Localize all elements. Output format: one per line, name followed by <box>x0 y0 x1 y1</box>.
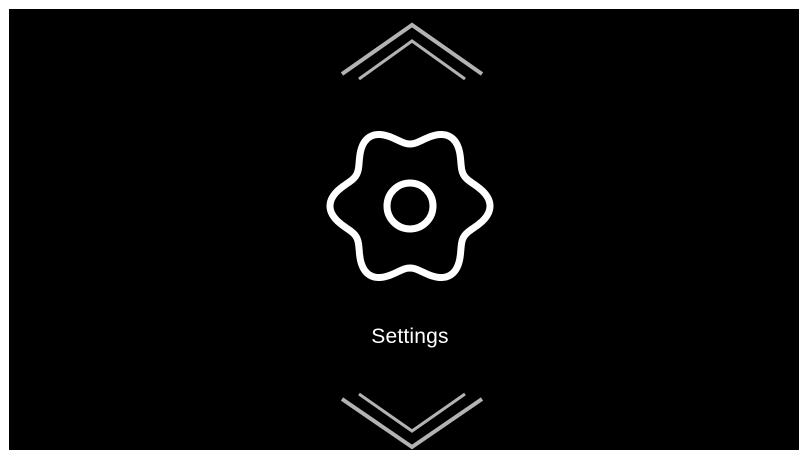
menu-item-label: Settings <box>371 325 449 348</box>
previous-item-button[interactable] <box>337 19 487 81</box>
menu-screen: Settings <box>9 9 799 450</box>
chevron-up-icon <box>340 22 484 81</box>
chevron-down-icon <box>340 392 484 450</box>
settings-item[interactable] <box>325 121 495 291</box>
gear-icon <box>326 130 494 282</box>
next-item-button[interactable] <box>337 391 487 450</box>
